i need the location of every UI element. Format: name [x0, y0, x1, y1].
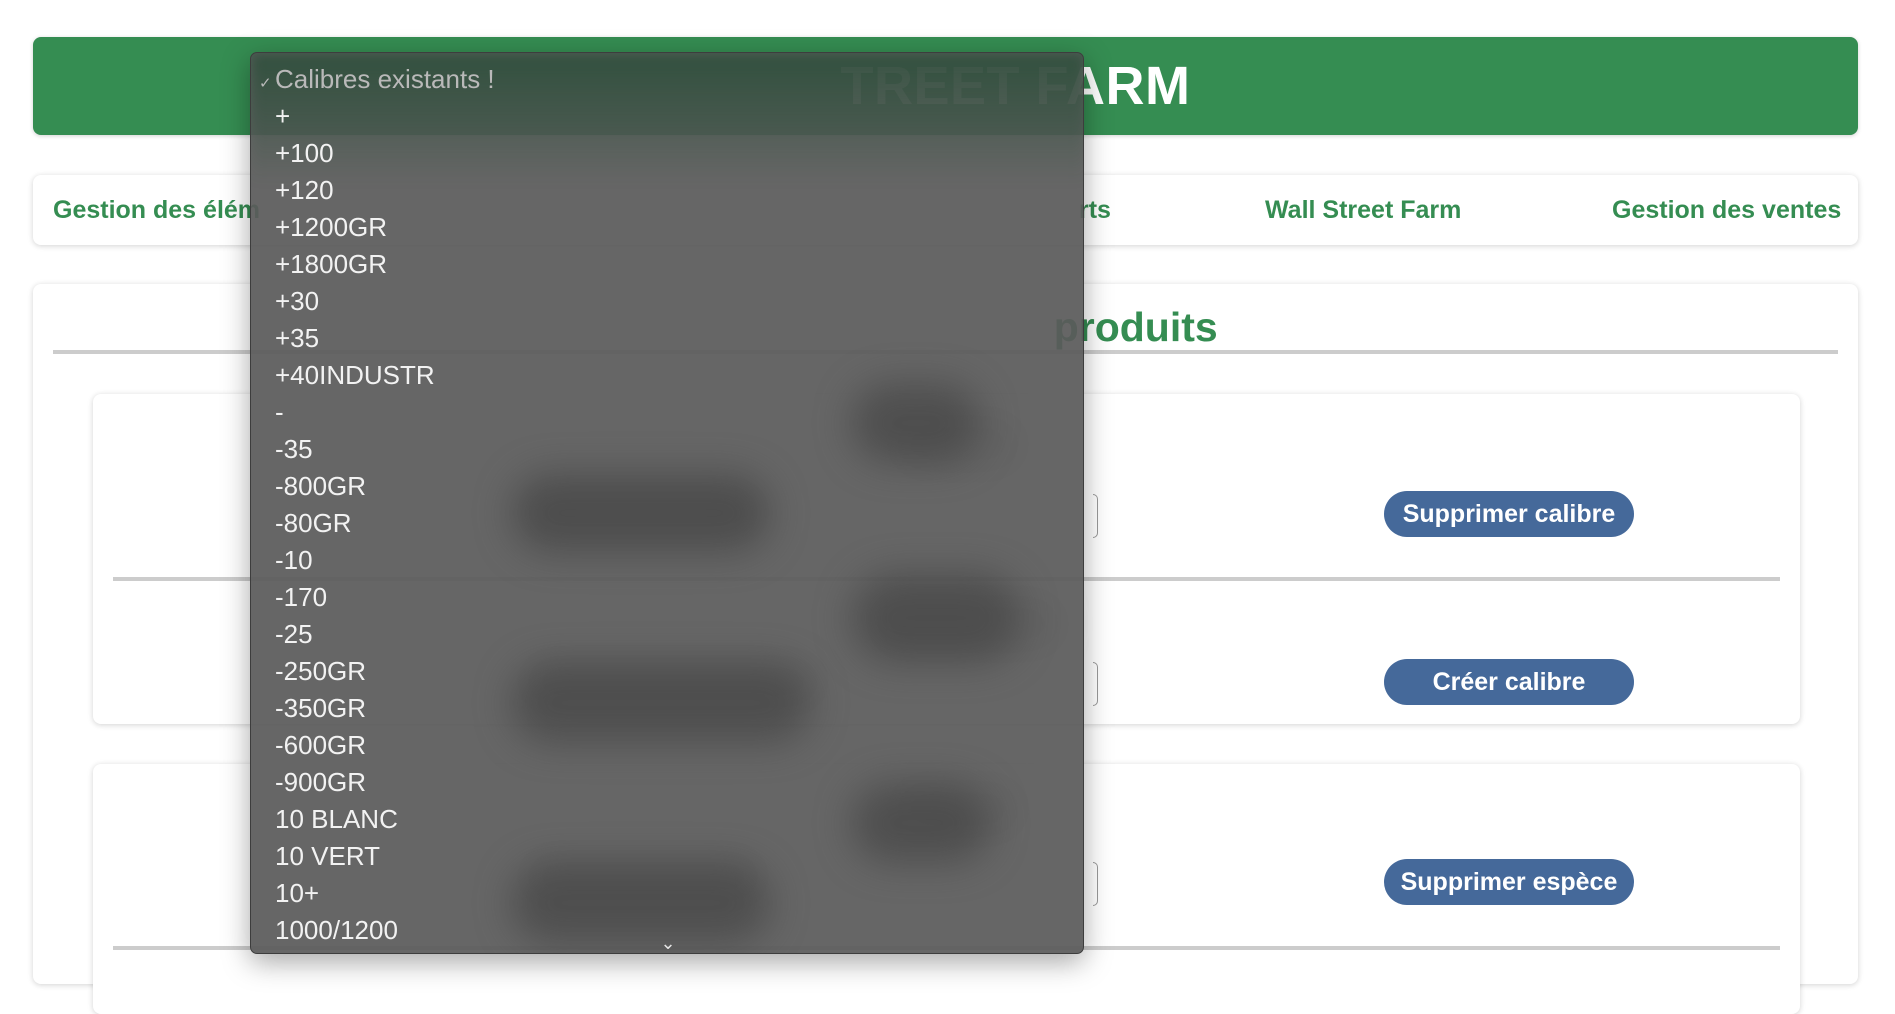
- dropdown-option[interactable]: 10+: [251, 875, 1083, 912]
- dropdown-option[interactable]: +1200GR: [251, 209, 1083, 246]
- espece-select-edge[interactable]: [1093, 862, 1098, 906]
- dropdown-option[interactable]: +1800GR: [251, 246, 1083, 283]
- dropdown-option[interactable]: -80GR: [251, 505, 1083, 542]
- create-calibre-button[interactable]: Créer calibre: [1384, 659, 1634, 705]
- delete-calibre-button[interactable]: Supprimer calibre: [1384, 491, 1634, 537]
- nav-item-wall-street-farm[interactable]: Wall Street Farm: [1265, 175, 1461, 245]
- scroll-down-chevron-icon[interactable]: ⌄: [651, 933, 685, 953]
- dropdown-option[interactable]: +120: [251, 172, 1083, 209]
- calibre-dropdown-list[interactable]: ✓ Calibres existants ! + +100 +120 +1200G…: [250, 52, 1084, 954]
- dropdown-option[interactable]: +100: [251, 135, 1083, 172]
- dropdown-option[interactable]: -350GR: [251, 690, 1083, 727]
- dropdown-option[interactable]: +: [251, 98, 1083, 135]
- nav-item-gestion-ventes[interactable]: Gestion des ventes: [1612, 175, 1841, 245]
- check-icon: ✓: [259, 75, 272, 92]
- nav-item-gestion-elements[interactable]: Gestion des élém: [53, 175, 260, 245]
- dropdown-option[interactable]: 10 BLANC: [251, 801, 1083, 838]
- dropdown-option[interactable]: -600GR: [251, 727, 1083, 764]
- dropdown-placeholder-option[interactable]: ✓ Calibres existants !: [251, 61, 1083, 98]
- dropdown-option[interactable]: -10: [251, 542, 1083, 579]
- dropdown-option[interactable]: +35: [251, 320, 1083, 357]
- dropdown-option[interactable]: +40INDUSTR: [251, 357, 1083, 394]
- dropdown-option[interactable]: -900GR: [251, 764, 1083, 801]
- dropdown-option[interactable]: -25: [251, 616, 1083, 653]
- calibre-input-edge[interactable]: [1093, 662, 1098, 706]
- delete-espece-button[interactable]: Supprimer espèce: [1384, 859, 1634, 905]
- dropdown-option[interactable]: -170: [251, 579, 1083, 616]
- dropdown-option[interactable]: -800GR: [251, 468, 1083, 505]
- dropdown-options: ✓ Calibres existants ! + +100 +120 +1200G…: [251, 61, 1083, 949]
- dropdown-option[interactable]: 10 VERT: [251, 838, 1083, 875]
- dropdown-option[interactable]: -: [251, 394, 1083, 431]
- dropdown-option[interactable]: +30: [251, 283, 1083, 320]
- dropdown-option[interactable]: -250GR: [251, 653, 1083, 690]
- dropdown-option[interactable]: -35: [251, 431, 1083, 468]
- calibre-select-edge[interactable]: [1093, 494, 1098, 538]
- dropdown-placeholder-label: Calibres existants !: [275, 64, 495, 94]
